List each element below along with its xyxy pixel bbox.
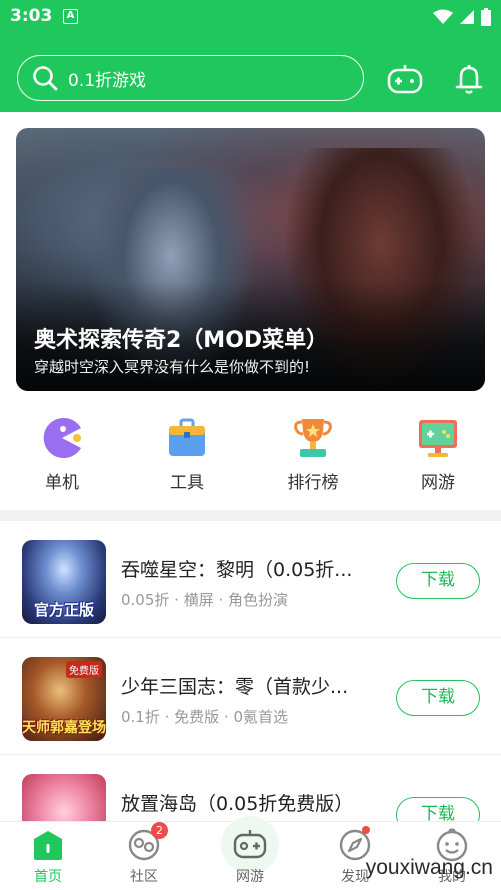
featured-banner[interactable]: 奥术探索传奇2（MOD菜单） 穿越时空深入冥界没有什么是你做不到的! [16, 128, 485, 391]
game-list-item[interactable]: 免费版 天师郭嘉登场 少年三国志：零（首款少... 0.1折 · 免费版 · 0… [0, 638, 501, 755]
gamepad-icon [387, 65, 423, 94]
search-icon [33, 66, 58, 91]
top-header: 3:03 A 0.1折游戏 [0, 0, 501, 112]
watermark: youxiwang.cn [365, 856, 493, 879]
category-single-player[interactable]: 单机 [17, 416, 107, 493]
pacman-icon [43, 418, 81, 458]
search-placeholder: 0.1折游戏 [68, 70, 147, 91]
section-divider [0, 510, 501, 521]
game-center-button[interactable] [386, 60, 424, 98]
category-label: 网游 [421, 473, 455, 493]
search-bar[interactable]: 0.1折游戏 [17, 55, 364, 101]
notification-a-icon: A [63, 9, 78, 24]
signal-icon [460, 10, 474, 24]
game-thumbnail: 免费版 天师郭嘉登场 [22, 657, 106, 741]
nav-label: 网游 [236, 869, 264, 885]
banner-title: 奥术探索传奇2（MOD菜单） [34, 328, 329, 353]
game-list-item[interactable]: 官方正版 吞噬星空：黎明（0.05折... 0.05折 · 横屏 · 角色扮演 … [0, 521, 501, 638]
game-title: 少年三国志：零（首款少... [121, 676, 349, 698]
home-icon [34, 831, 62, 860]
toolbox-icon [169, 418, 205, 456]
trophy-icon [294, 419, 332, 457]
game-title: 吞噬星空：黎明（0.05折... [121, 559, 353, 581]
download-button[interactable]: 下载 [396, 680, 480, 716]
nav-community[interactable]: 2 社区 [94, 822, 194, 886]
status-icons [433, 8, 491, 26]
community-badge: 2 [151, 822, 168, 839]
nav-label: 首页 [34, 869, 62, 885]
status-time: 3:03 [10, 6, 53, 26]
thumbnail-caption: 天师郭嘉登场 [22, 720, 106, 736]
category-tools[interactable]: 工具 [142, 416, 232, 493]
nav-home[interactable]: 首页 [0, 828, 98, 886]
category-label: 工具 [170, 473, 204, 493]
bell-icon [455, 65, 483, 94]
game-tags: 0.05折 · 横屏 · 角色扮演 [121, 591, 289, 609]
gamepad-icon [233, 830, 267, 859]
banner-subtitle: 穿越时空深入冥界没有什么是你做不到的! [34, 358, 311, 376]
category-online-games[interactable]: 网游 [393, 416, 483, 493]
status-bar: 3:03 A [0, 0, 501, 34]
nav-online-games[interactable]: 网游 [200, 828, 300, 886]
battery-icon [481, 8, 491, 26]
monitor-game-icon [419, 420, 457, 457]
discover-dot [362, 826, 370, 834]
category-label: 单机 [45, 473, 79, 493]
notification-button[interactable] [450, 60, 488, 98]
game-title: 放置海岛（0.05折免费版） [121, 793, 354, 815]
thumbnail-badge: 免费版 [66, 661, 102, 678]
category-rankings[interactable]: 排行榜 [268, 416, 358, 493]
category-label: 排行榜 [287, 473, 339, 493]
download-button[interactable]: 下载 [396, 563, 480, 599]
thumbnail-caption: 官方正版 [33, 601, 94, 619]
nav-label: 社区 [130, 869, 158, 885]
game-tags: 0.1折 · 免费版 · 0氪首选 [121, 708, 289, 726]
wifi-icon [433, 9, 453, 24]
game-thumbnail: 官方正版 [22, 540, 106, 624]
